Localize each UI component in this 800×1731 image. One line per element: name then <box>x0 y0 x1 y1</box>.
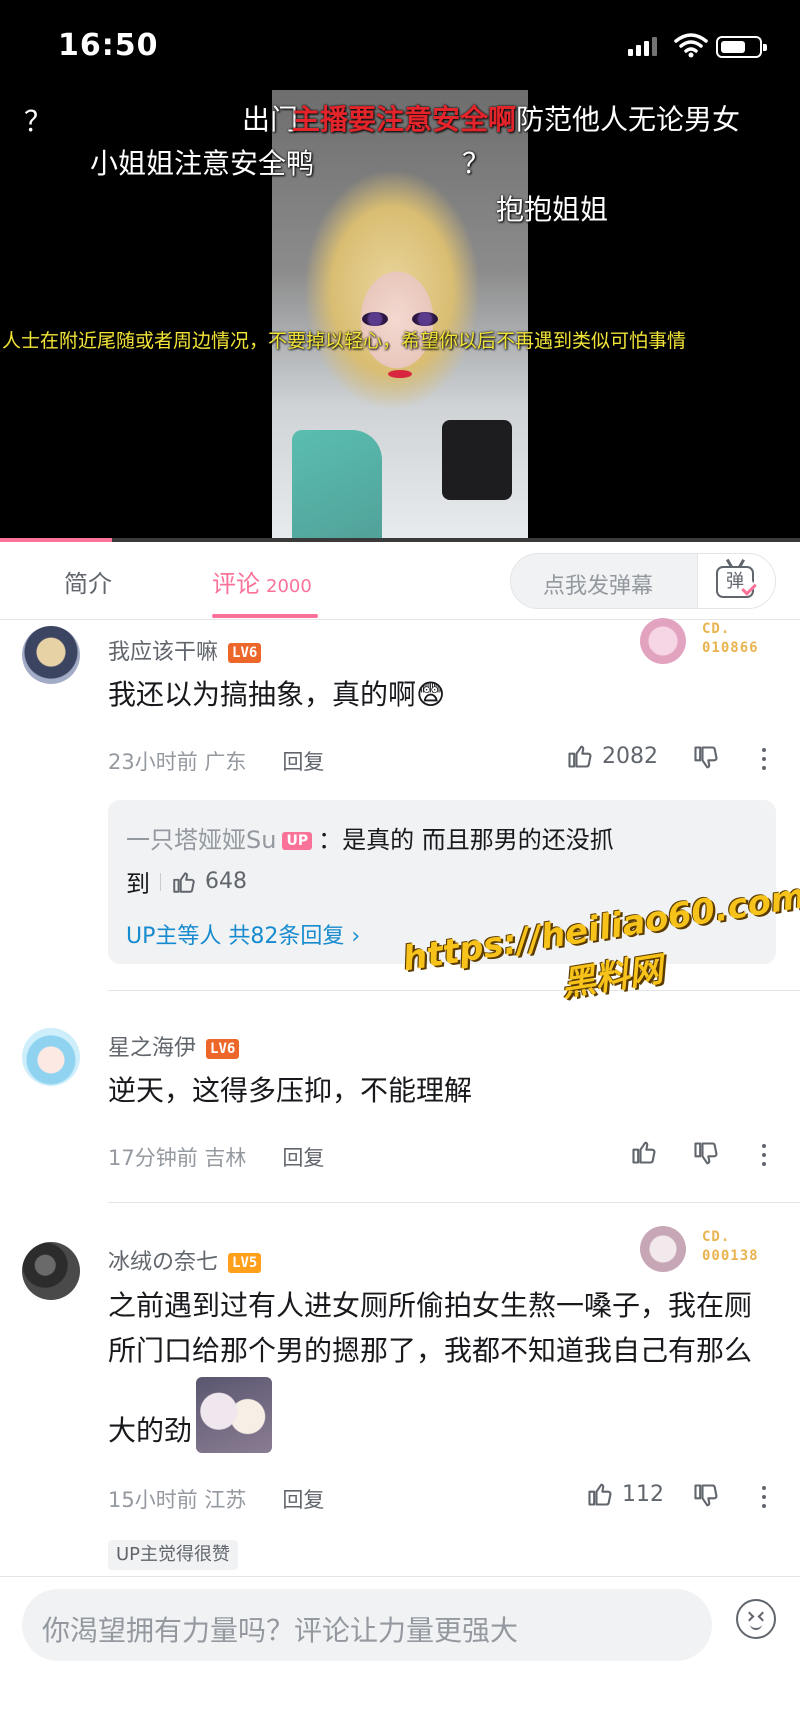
comment-meta: 23小时前 广东 回复 <box>108 746 324 776</box>
fan-medal-badge[interactable]: CD. 000138 <box>640 1226 780 1274</box>
comment-text-line: 大的劲 <box>108 1414 193 1447</box>
username-text: 我应该干嘛 <box>108 640 219 665</box>
danmaku-item: 小姐姐注意安全鸭 <box>90 147 315 180</box>
danmaku-input-placeholder[interactable]: 点我发弹幕 <box>543 568 653 600</box>
fan-medal-line1: CD. <box>702 621 731 637</box>
thumbs-up-icon[interactable] <box>630 1138 658 1166</box>
danmaku-item: ？ <box>462 147 491 180</box>
comment-input-placeholder: 你渴望拥有力量吗？评论让力量更强大 <box>42 1614 519 1647</box>
tab-bar: 简介 评论 2000 点我发弹幕 弹 <box>0 542 800 620</box>
reply-author[interactable]: 一只塔娅娅Su <box>126 826 276 854</box>
username-text: 星之海伊 <box>108 1036 197 1061</box>
reply-text: ：是真的 而且那男的还没抓 <box>318 826 614 854</box>
tab-intro[interactable]: 简介 <box>64 564 112 599</box>
danmaku-item: 人士在附近尾随或者周边情况，不要掉以轻心，希望你以后不再遇到类似可怕事情 <box>2 330 687 352</box>
level-badge: LV6 <box>206 1039 240 1059</box>
danmaku-item: 防范他人无论男女 <box>516 103 741 136</box>
comment-meta: 15小时前 江苏 回复 <box>108 1484 324 1514</box>
reply-like-button[interactable]: 648 <box>171 869 247 895</box>
fan-medal-line2: 010866 <box>702 640 759 656</box>
danmaku-send-entry[interactable]: 点我发弹幕 弹 <box>510 553 776 609</box>
reply-text-continued: 到 <box>126 870 150 898</box>
camera-prop <box>442 420 512 500</box>
reply-button[interactable]: 回复 <box>282 750 324 774</box>
more-options-icon[interactable] <box>762 1486 768 1513</box>
comment-meta: 17分钟前 吉林 回复 <box>108 1142 324 1172</box>
comment-time: 15小时前 <box>108 1488 198 1512</box>
like-button[interactable]: 112 <box>586 1480 664 1508</box>
comment-text: 我还以为搞抽象，真的啊😨 <box>108 678 446 711</box>
view-all-replies-link[interactable]: UP主等人 共82条回复 › <box>126 918 360 950</box>
battery-icon <box>716 36 767 58</box>
danmaku-item: 抱抱姐姐 <box>496 193 609 226</box>
level-badge: LV6 <box>228 643 262 663</box>
danmaku-item: ？ <box>24 105 53 138</box>
danmaku-toggle-button[interactable]: 弹 <box>697 554 775 608</box>
up-liked-tag: UP主觉得很赞 <box>108 1540 239 1570</box>
reply-like-count: 648 <box>205 869 247 894</box>
thumbs-up-icon <box>568 745 592 768</box>
comment-time: 23小时前 <box>108 750 198 774</box>
comment-composer-bar: 你渴望拥有力量吗？评论让力量更强大 <box>0 1576 800 1731</box>
fan-medal-line1: CD. <box>702 1229 731 1245</box>
username-text: 冰绒の奈七 <box>108 1250 219 1275</box>
thumbs-down-icon[interactable] <box>692 744 720 772</box>
comment-username[interactable]: 冰绒の奈七 LV5 <box>108 1244 262 1276</box>
avatar[interactable] <box>22 626 80 684</box>
wifi-icon <box>674 33 708 58</box>
up-tag: UP <box>282 832 313 850</box>
fan-medal-badge[interactable]: CD. 010866 <box>640 618 780 666</box>
comment-location: 吉林 <box>204 1146 247 1170</box>
reply-preview-line-2: 到 648 <box>126 864 247 899</box>
more-options-icon[interactable] <box>762 748 768 775</box>
fan-medal-line2: 000138 <box>702 1248 759 1264</box>
level-badge: LV5 <box>228 1253 262 1273</box>
thumbs-up-icon <box>173 871 195 893</box>
comment-text: 逆天，这得多压抑，不能理解 <box>108 1074 473 1107</box>
danmaku-item: 出门 <box>242 103 299 136</box>
danmaku-item: 主播要注意安全啊 <box>292 103 517 136</box>
emoji-icon[interactable] <box>736 1599 776 1639</box>
thumbs-down-icon[interactable] <box>692 1482 720 1510</box>
comment-input[interactable]: 你渴望拥有力量吗？评论让力量更强大 <box>22 1589 712 1661</box>
more-options-icon[interactable] <box>762 1144 768 1171</box>
tab-comments-label: 评论 <box>212 570 260 598</box>
avatar[interactable] <box>22 1028 80 1086</box>
active-tab-indicator <box>212 614 318 618</box>
thumbs-up-icon <box>588 1483 612 1506</box>
comment-text-line: 之前遇到过有人进女厕所偷拍女生熬一嗓子，我在厕 <box>108 1289 753 1322</box>
fan-medal-avatar <box>640 1226 686 1272</box>
comment-time: 17分钟前 <box>108 1146 198 1170</box>
fan-medal-avatar <box>640 618 686 664</box>
tab-comments-count: 2000 <box>266 576 312 597</box>
comment-location: 江苏 <box>204 1488 247 1512</box>
reply-preview-line: 一只塔娅娅Su UP ：是真的 而且那男的还没抓 <box>126 820 614 855</box>
reply-button[interactable]: 回复 <box>282 1146 324 1170</box>
comment-location: 广东 <box>204 750 247 774</box>
cellular-signal-icon <box>628 36 657 56</box>
comment-username[interactable]: 星之海伊 LV6 <box>108 1030 240 1062</box>
like-button[interactable]: 2082 <box>566 742 658 770</box>
divider <box>108 1202 800 1203</box>
like-count: 112 <box>622 1481 664 1507</box>
status-time: 16:50 <box>58 28 159 63</box>
sticker-image <box>196 1377 273 1453</box>
comment-text: 之前遇到过有人进女厕所偷拍女生熬一嗓子，我在厕 所门口给那个男的摁那了，我都不知… <box>108 1283 778 1453</box>
reply-button[interactable]: 回复 <box>282 1488 324 1512</box>
video-player[interactable]: 16:50 ？ 出门 主播要注意安全啊 防范他人无论男女 小姐姐注意安全鸭 ？ … <box>0 0 800 542</box>
tab-comments[interactable]: 评论 2000 <box>212 564 312 599</box>
comment-text-line: 所门口给那个男的摁那了，我都不知道我自己有那么 <box>108 1334 753 1367</box>
thumbs-down-icon[interactable] <box>692 1140 720 1168</box>
avatar[interactable] <box>22 1242 80 1300</box>
like-count: 2082 <box>602 743 658 769</box>
comment-username[interactable]: 我应该干嘛 LV6 <box>108 634 262 666</box>
